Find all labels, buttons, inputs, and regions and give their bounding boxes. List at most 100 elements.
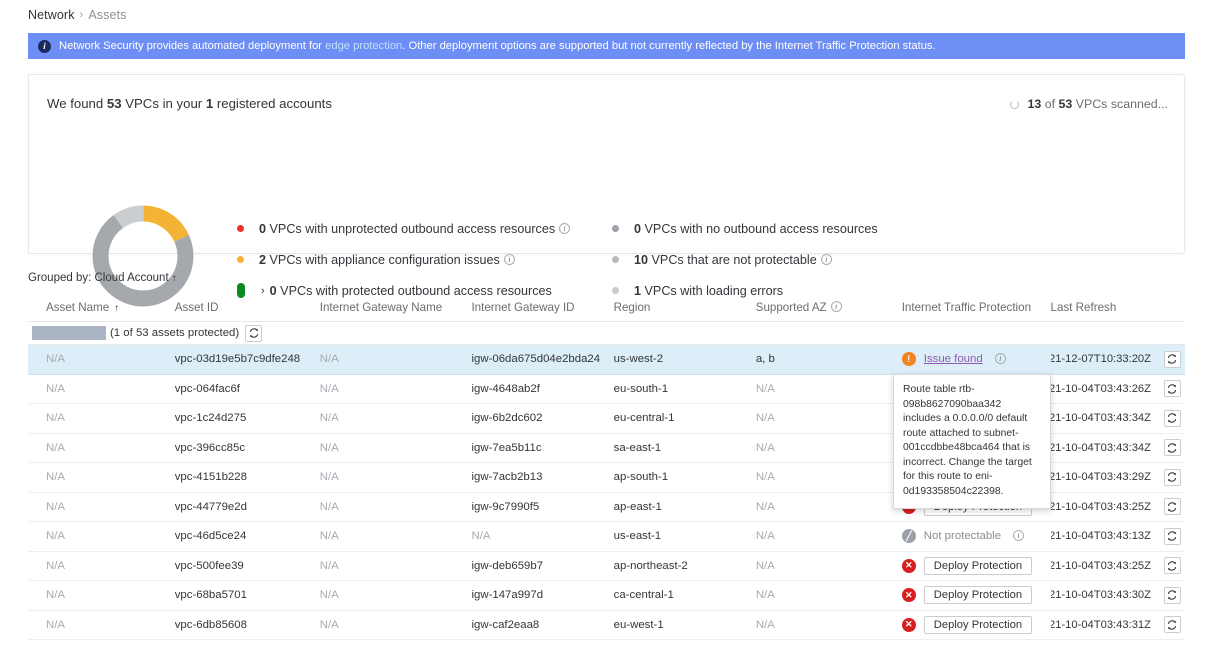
row-refresh-button[interactable]: [1164, 587, 1181, 604]
table-row[interactable]: N/Avpc-68ba5701N/Aigw-147a997dca-central…: [28, 581, 1185, 611]
protection-status-issue: ! Issue found i: [902, 352, 1043, 366]
grouped-by-label[interactable]: Grouped by: Cloud Account↑: [28, 272, 177, 284]
cell-supported-az: N/A: [756, 442, 902, 454]
info-icon[interactable]: i: [995, 353, 1006, 364]
table-row[interactable]: N/Avpc-46d5ce24N/AN/Aus-east-1N/A ╱ Not …: [28, 522, 1185, 552]
refresh-icon: [1167, 590, 1177, 600]
sort-ascending-icon[interactable]: ↑: [172, 273, 177, 284]
table-row[interactable]: N/Avpc-500fee39N/Aigw-deb659b7ap-northea…: [28, 552, 1185, 582]
amber-dot-icon: [237, 256, 259, 263]
error-icon: ✕: [902, 618, 916, 632]
info-icon[interactable]: i: [1013, 530, 1024, 541]
grouped-by-text: Grouped by: Cloud Account: [28, 272, 169, 284]
cell-supported-az: N/A: [756, 589, 902, 601]
row-refresh-button[interactable]: [1164, 351, 1181, 368]
table-header-row: Asset Name↑ Asset ID Internet Gateway Na…: [28, 294, 1185, 322]
info-icon[interactable]: i: [504, 254, 515, 265]
legend-item-not-protectable-label: 10 VPCs that are not protectablei: [634, 253, 832, 267]
cell-supported-az: N/A: [756, 412, 902, 424]
cell-igw-id: igw-6b2dc602: [472, 412, 614, 424]
table-row[interactable]: N/Avpc-03d19e5b7c9dfe248N/Aigw-06da675d0…: [28, 345, 1185, 375]
cell-last-refresh: 2021-12-07T10:33:20Z: [1051, 351, 1185, 368]
cell-last-refresh: 2021-10-04T03:43:26Z: [1051, 380, 1185, 397]
column-header-region[interactable]: Region: [614, 301, 756, 314]
cell-asset-id: vpc-4151b228: [175, 471, 320, 483]
table-row[interactable]: N/Avpc-6db85608N/Aigw-caf2eaa8eu-west-1N…: [28, 611, 1185, 641]
deploy-protection-button[interactable]: Deploy Protection: [924, 616, 1032, 634]
account-name-redacted: [32, 326, 106, 340]
cell-igw-id: igw-caf2eaa8: [472, 619, 614, 631]
last-refresh-timestamp: 2021-10-04T03:43:25Z: [1051, 560, 1151, 572]
deploy-protection-button[interactable]: Deploy Protection: [924, 557, 1032, 575]
info-icon[interactable]: i: [831, 301, 842, 312]
refresh-icon: [1167, 531, 1177, 541]
column-header-last-refresh[interactable]: Last Refresh: [1051, 301, 1185, 314]
breadcrumb-current: Assets: [88, 8, 126, 22]
legend-appliance-count: 2: [259, 253, 266, 267]
info-banner-text: Network Security provides automated depl…: [59, 40, 936, 52]
column-header-asset-id[interactable]: Asset ID: [175, 301, 320, 314]
cell-last-refresh: 2021-10-04T03:43:31Z: [1051, 616, 1185, 633]
row-refresh-button[interactable]: [1164, 557, 1181, 574]
cell-asset-name: N/A: [28, 412, 175, 424]
scan-status: 13 of 53 VPCs scanned...: [1010, 97, 1168, 111]
column-header-igw-id[interactable]: Internet Gateway ID: [471, 301, 613, 314]
refresh-icon: [1167, 620, 1177, 630]
column-header-igw-name[interactable]: Internet Gateway Name: [320, 301, 472, 314]
deploy-protection-button[interactable]: Deploy Protection: [924, 586, 1032, 604]
row-refresh-button[interactable]: [1164, 498, 1181, 515]
row-refresh-button[interactable]: [1164, 616, 1181, 633]
cell-asset-name: N/A: [28, 530, 175, 542]
row-refresh-button[interactable]: [1164, 528, 1181, 545]
issue-found-link[interactable]: Issue found: [924, 353, 983, 365]
column-header-supported-az[interactable]: Supported AZi: [756, 301, 902, 314]
column-header-internet-traffic-protection[interactable]: Internet Traffic Protection: [902, 301, 1051, 314]
legend-column-right: 0 VPCs with no outbound access resources…: [612, 213, 878, 306]
protection-status-deploy: ✕ Deploy Protection: [902, 557, 1043, 575]
breadcrumb-root[interactable]: Network: [28, 8, 75, 22]
column-header-asset-name[interactable]: Asset Name↑: [28, 301, 175, 314]
group-row-cloud-account: (1 of 53 assets protected): [28, 322, 1185, 345]
cell-region: us-west-2: [614, 353, 756, 365]
last-refresh-timestamp: 2021-10-04T03:43:31Z: [1051, 619, 1151, 631]
cell-asset-name: N/A: [28, 471, 175, 483]
cell-region: eu-central-1: [614, 412, 756, 424]
row-refresh-button[interactable]: [1164, 410, 1181, 427]
banner-text-after: . Other deployment options are supported…: [402, 40, 935, 52]
gray-dot-icon: [612, 225, 634, 232]
edge-protection-link[interactable]: edge protection: [325, 40, 402, 52]
cell-asset-id: vpc-1c24d275: [175, 412, 320, 424]
cell-asset-name: N/A: [28, 383, 175, 395]
info-icon[interactable]: i: [559, 223, 570, 234]
info-icon[interactable]: i: [821, 254, 832, 265]
legend-not-protectable-count: 10: [634, 253, 648, 267]
spinner-icon: [1010, 100, 1019, 109]
summary-title-prefix: We found: [47, 96, 107, 111]
cell-igw-name: N/A: [320, 560, 472, 572]
cell-last-refresh: 2021-10-04T03:43:25Z: [1051, 557, 1185, 574]
cell-region: ap-south-1: [614, 471, 756, 483]
scan-total-count: 53: [1058, 97, 1072, 111]
cell-protection: ✕ Deploy Protection: [902, 557, 1051, 575]
cell-igw-name: N/A: [320, 589, 472, 601]
gray-dot-icon: [612, 256, 634, 263]
group-refresh-button[interactable]: [245, 325, 262, 342]
cell-asset-id: vpc-500fee39: [175, 560, 320, 572]
cell-igw-id: igw-7ea5b11c: [472, 442, 614, 454]
cell-igw-name: N/A: [320, 383, 472, 395]
banner-text-before: Network Security provides automated depl…: [59, 40, 325, 52]
breadcrumb-separator: ›: [80, 9, 84, 21]
cell-last-refresh: 2021-10-04T03:43:34Z: [1051, 410, 1185, 427]
cell-region: eu-south-1: [614, 383, 756, 395]
cell-region: sa-east-1: [614, 442, 756, 454]
not-protectable-label: Not protectable: [924, 530, 1001, 542]
scan-scanned-count: 13: [1027, 97, 1041, 111]
row-refresh-button[interactable]: [1164, 439, 1181, 456]
warning-icon: !: [902, 352, 916, 366]
cell-supported-az: N/A: [756, 560, 902, 572]
breadcrumb: Network › Assets: [28, 8, 126, 22]
cell-supported-az: a, b: [756, 353, 902, 365]
row-refresh-button[interactable]: [1164, 469, 1181, 486]
disabled-icon: ╱: [902, 529, 916, 543]
row-refresh-button[interactable]: [1164, 380, 1181, 397]
